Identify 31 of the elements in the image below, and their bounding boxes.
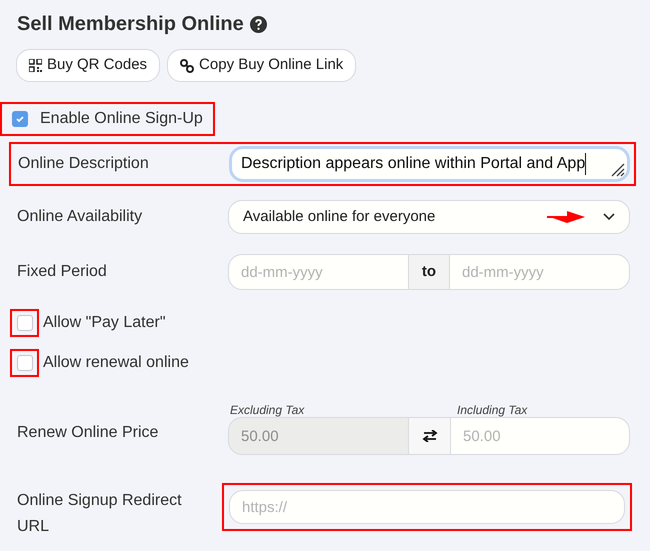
qr-code-icon [29, 59, 42, 72]
url-field[interactable]: https:// [229, 490, 625, 524]
checkmark-icon [15, 114, 25, 124]
swap-button[interactable] [409, 417, 450, 455]
checkbox-label: Allow "Pay Later" [43, 313, 166, 333]
checkbox[interactable] [16, 355, 32, 371]
date-field[interactable]: dd-mm-yyyy [228, 254, 409, 290]
column-label: Excluding Tax [229, 402, 306, 417]
checkbox[interactable] [12, 111, 28, 127]
description-field[interactable]: Description appears online within Portal and App [229, 146, 630, 182]
help-icon[interactable] [250, 16, 267, 32]
field-label: Online Description [18, 154, 150, 174]
toolbar-button[interactable]: Buy QR Codes [16, 49, 160, 82]
checkbox-label: Enable Online Sign-Up [40, 109, 203, 129]
price-field[interactable]: 50.00 [450, 417, 630, 455]
field-label: Fixed Period [17, 262, 108, 282]
field-label: Online Availability [17, 207, 144, 227]
link-icon [180, 58, 194, 72]
range-separator: to [409, 254, 449, 290]
section-title: Sell Membership Online [17, 12, 244, 37]
checkbox-label: Allow renewal online [43, 353, 189, 373]
availability-select[interactable]: Available online for everyone [228, 200, 630, 234]
chevron-down-icon [603, 213, 615, 221]
resize-handle-icon[interactable] [609, 161, 625, 177]
swap-arrows-icon [422, 430, 438, 442]
toolbar-button[interactable]: Copy Buy Online Link [167, 49, 356, 82]
checkbox[interactable] [16, 315, 32, 331]
field-label: Online Signup Redirect URL [17, 491, 183, 537]
date-field[interactable]: dd-mm-yyyy [449, 254, 630, 290]
column-label: Including Tax [456, 402, 528, 417]
field-label: Renew Online Price [17, 423, 160, 443]
